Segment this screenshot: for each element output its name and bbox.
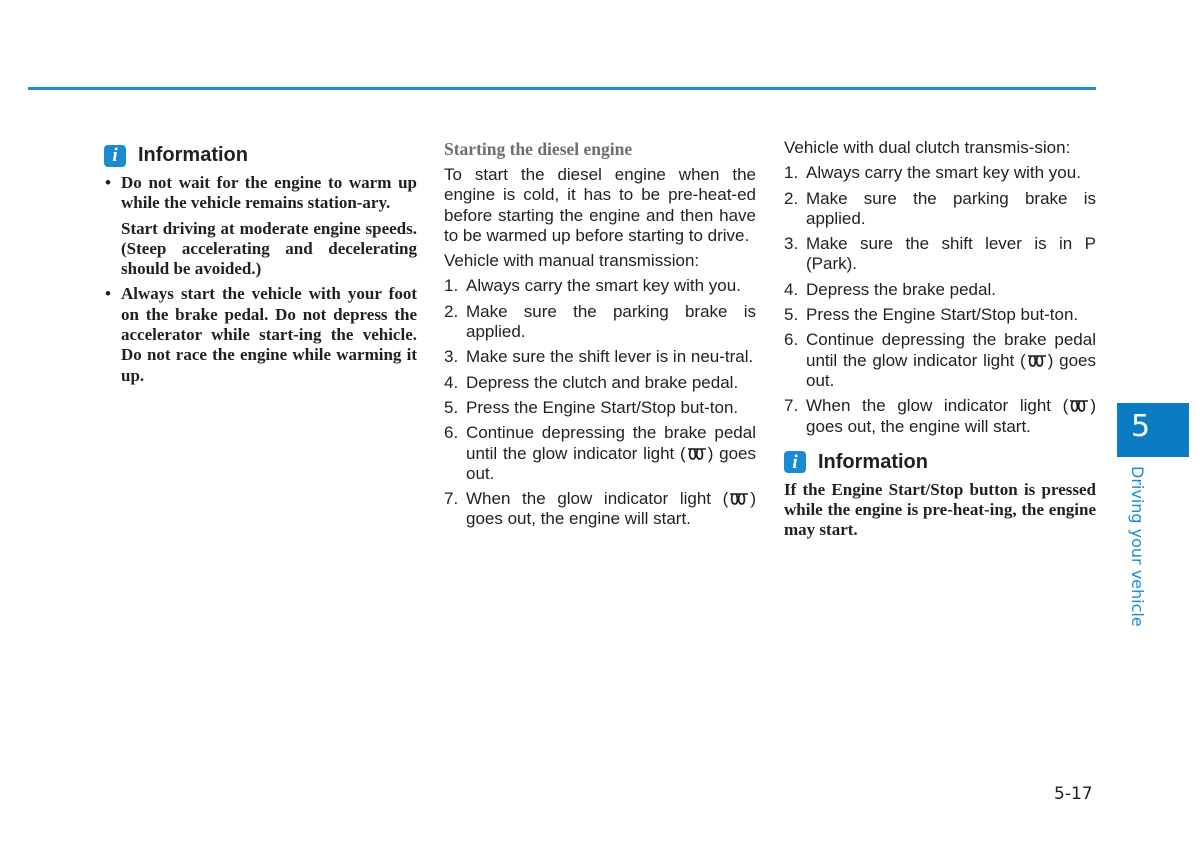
step-text: Press the Engine Start/Stop but-ton. — [806, 305, 1079, 325]
step-number: 1. — [444, 276, 459, 296]
step-item: 5. Press the Engine Start/Stop but-ton. — [444, 398, 756, 418]
step-text: Make sure the parking brake is applied. — [806, 188, 1096, 228]
bullet-paragraph: Do not wait for the engine to warm up wh… — [121, 173, 417, 213]
step-number: 7. — [444, 489, 459, 509]
step-item: 7. When the glow indicator light () goes … — [784, 396, 1096, 437]
step-item: 1. Always carry the smart key with you. — [444, 276, 756, 296]
step-text: Depress the clutch and brake pedal. — [466, 372, 739, 392]
chapter-title: Driving your vehicle — [1128, 466, 1147, 627]
info-icon: i — [784, 451, 806, 474]
chapter-tab: 5 — [1117, 403, 1189, 457]
info-bullets: Do not wait for the engine to warm up wh… — [104, 173, 417, 386]
step-number: 7. — [784, 396, 799, 416]
section-heading: Starting the diesel engine — [444, 139, 633, 159]
step-item: 7. When the glow indicator light () goes … — [444, 489, 756, 530]
left-column: i Information Do not wait for the engine… — [104, 138, 417, 391]
step-number: 4. — [784, 279, 799, 299]
step-number: 6. — [444, 423, 459, 443]
bullet-item: Do not wait for the engine to warm up wh… — [104, 173, 417, 279]
info-title: Information — [818, 450, 928, 473]
step-item: 6. Continue depressing the brake pedal un… — [784, 330, 1096, 391]
step-number: 1. — [784, 163, 799, 183]
step-text: When the glow indicator light ( — [806, 396, 1069, 416]
step-item: 2. Make sure the parking brake is applied… — [784, 189, 1096, 230]
glow-indicator-icon — [1027, 354, 1046, 367]
step-item: 3. Make sure the shift lever is in P (Par… — [784, 234, 1096, 275]
header-rule — [28, 87, 1096, 90]
step-number: 6. — [784, 330, 799, 350]
manual-subheading: Vehicle with manual transmission: — [444, 251, 700, 271]
bullet-paragraph: Always start the vehicle with your foot … — [121, 284, 417, 385]
step-item: 4. Depress the clutch and brake pedal. — [444, 373, 756, 393]
step-number: 2. — [784, 188, 799, 208]
info-header: i Information — [104, 144, 417, 167]
step-item: 6. Continue depressing the brake pedal un… — [444, 423, 756, 484]
manual-steps: 1. Always carry the smart key with you. 2… — [444, 276, 756, 529]
step-text: Always carry the smart key with you. — [466, 276, 741, 296]
step-text: Always carry the smart key with you. — [806, 163, 1081, 183]
middle-column: Starting the diesel engine To start the … — [444, 138, 756, 535]
glow-indicator-icon — [687, 447, 706, 460]
step-number: 4. — [444, 372, 459, 392]
step-item: 4. Depress the brake pedal. — [784, 280, 1096, 300]
step-text: Depress the brake pedal. — [806, 279, 996, 299]
step-number: 3. — [784, 234, 799, 254]
info-text: If the Engine Start/Stop button is press… — [784, 479, 1096, 540]
dct-subheading: Vehicle with dual clutch transmis-sion: — [784, 138, 1071, 157]
intro-paragraph: To start the diesel engine when the engi… — [444, 165, 756, 245]
step-number: 5. — [784, 305, 799, 325]
page-number: 5-17 — [1054, 784, 1093, 804]
step-item: 2. Make sure the parking brake is applied… — [444, 302, 756, 343]
step-item: 3. Make sure the shift lever is in neu-tr… — [444, 347, 756, 367]
chapter-number: 5 — [1131, 409, 1151, 444]
info-title: Information — [138, 144, 248, 166]
step-text: Make sure the shift lever is in neu-tral… — [466, 347, 754, 367]
bullet-paragraph: Start driving at moderate engine speeds.… — [121, 218, 417, 279]
step-item: 5. Press the Engine Start/Stop but-ton. — [784, 305, 1096, 325]
step-text: Press the Engine Start/Stop but-ton. — [466, 397, 739, 417]
glow-indicator-icon — [1070, 400, 1089, 413]
step-text: Make sure the shift lever is in P (Park)… — [806, 234, 1096, 274]
step-number: 2. — [444, 301, 459, 321]
step-number: 3. — [444, 347, 459, 367]
step-text: When the glow indicator light ( — [466, 489, 729, 509]
right-column: Vehicle with dual clutch transmis-sion: … — [784, 138, 1096, 541]
step-number: 5. — [444, 397, 459, 417]
info-header: i Information — [784, 451, 1096, 474]
info-icon: i — [104, 144, 126, 167]
dct-steps: 1. Always carry the smart key with you. 2… — [784, 163, 1096, 437]
step-text: Make sure the parking brake is applied. — [466, 301, 756, 342]
step-item: 1. Always carry the smart key with you. — [784, 163, 1096, 183]
bullet-item: Always start the vehicle with your foot … — [104, 284, 417, 385]
glow-indicator-icon — [730, 493, 749, 506]
